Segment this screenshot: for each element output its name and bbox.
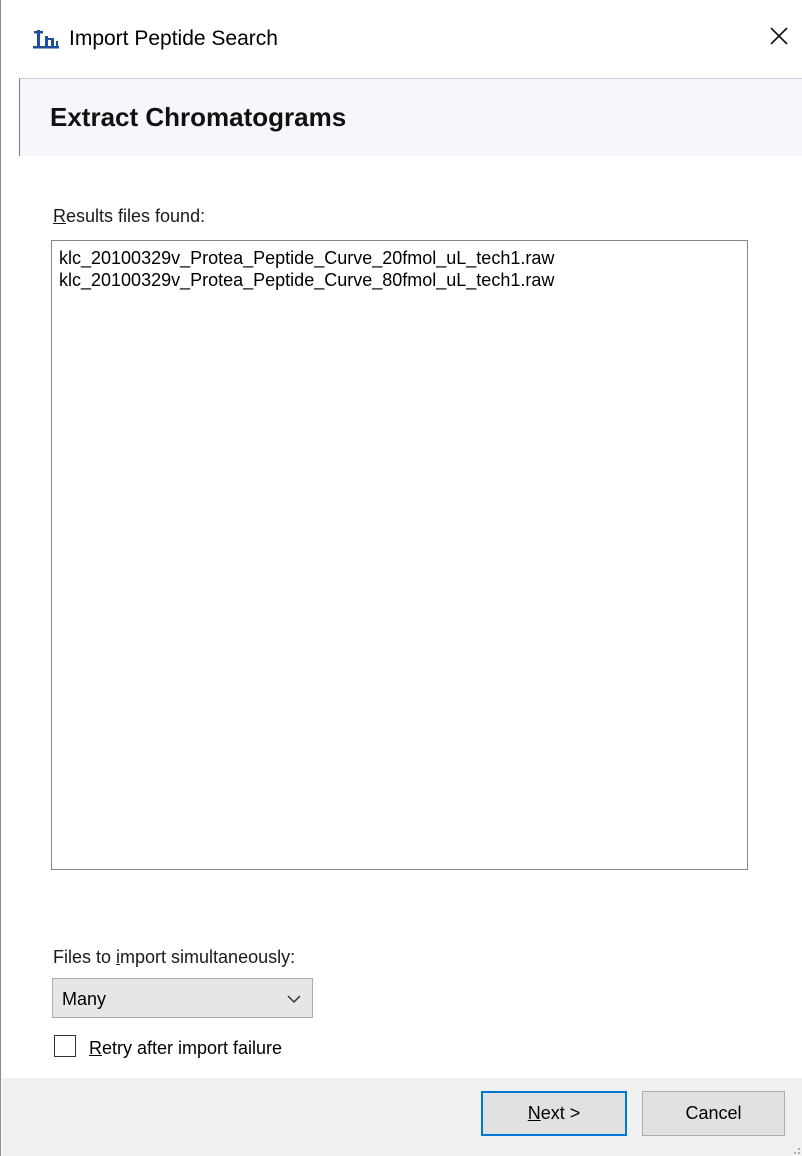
files-label-after: mport simultaneously: — [120, 947, 296, 967]
resize-grip-icon[interactable] — [789, 1142, 801, 1154]
retry-label-text: etry after import failure — [102, 1038, 283, 1058]
next-button[interactable]: Next > — [481, 1091, 627, 1136]
results-label-text: esults files found: — [66, 206, 206, 226]
chevron-down-icon — [286, 992, 302, 1004]
select-value: Many — [62, 989, 107, 1009]
retry-checkbox[interactable] — [54, 1035, 76, 1057]
results-files-list[interactable]: klc_20100329v_Protea_Peptide_Curve_20fmo… — [51, 240, 748, 870]
dialog-footer: Next > Cancel — [2, 1078, 802, 1156]
retry-label[interactable]: Retry after import failure — [89, 1037, 282, 1059]
next-label: ext > — [540, 1103, 581, 1123]
retry-label-mnemonic: R — [89, 1038, 102, 1058]
import-peptide-search-dialog: Import Peptide Search Extract Chromatogr… — [0, 0, 802, 1156]
files-simultaneous-select[interactable]: Many — [52, 978, 313, 1018]
title-bar: Import Peptide Search — [1, 0, 802, 78]
window-title: Import Peptide Search — [69, 27, 278, 50]
close-icon — [769, 26, 789, 51]
close-button[interactable] — [756, 14, 802, 62]
results-label-mnemonic: R — [53, 206, 66, 226]
next-mnemonic: N — [527, 1103, 541, 1123]
files-label-before: Files to — [53, 947, 117, 967]
page-title: Extract Chromatograms — [50, 102, 347, 132]
list-item[interactable]: klc_20100329v_Protea_Peptide_Curve_20fmo… — [58, 247, 741, 269]
skyline-app-icon — [31, 26, 61, 50]
cancel-button[interactable]: Cancel — [642, 1091, 785, 1136]
page-header: Extract Chromatograms — [19, 78, 802, 156]
results-files-label: Results files found: — [53, 205, 205, 227]
files-to-import-label: Files to import simultaneously: — [53, 946, 295, 968]
list-item[interactable]: klc_20100329v_Protea_Peptide_Curve_80fmo… — [58, 269, 741, 291]
